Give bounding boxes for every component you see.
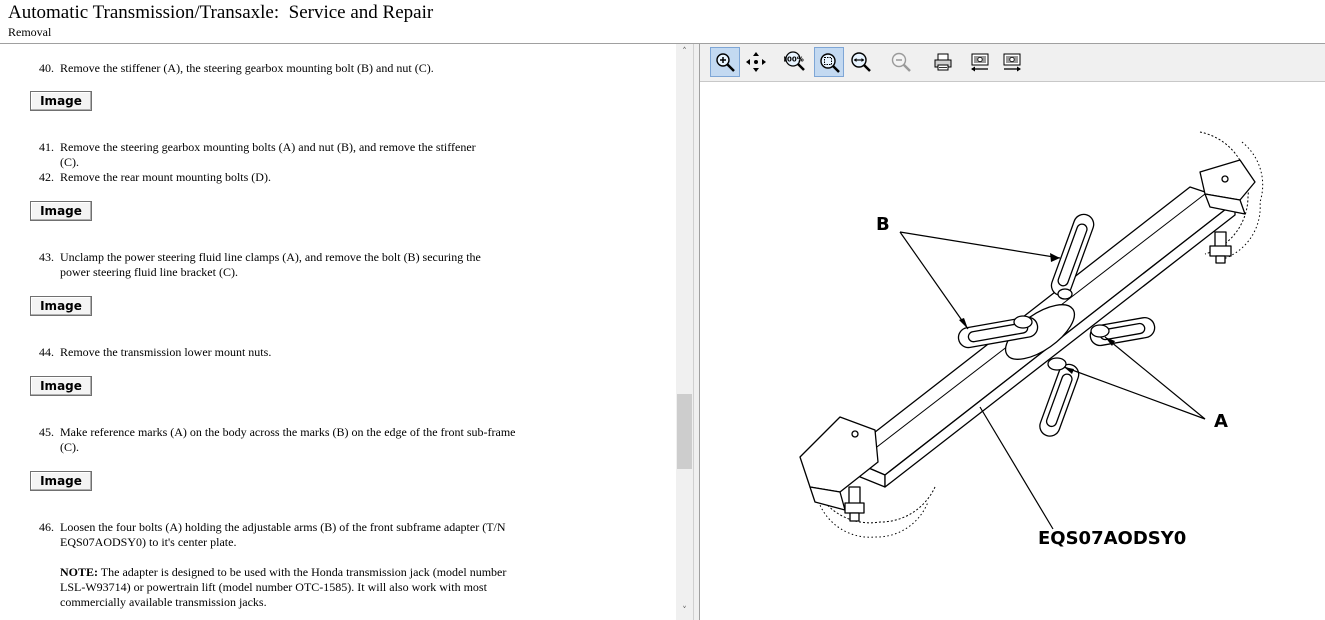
step-number: 45. (39, 425, 54, 439)
zoom-in-button[interactable] (710, 47, 740, 77)
note-paragraph: NOTE: The adapter is designed to be used… (60, 565, 516, 610)
zoom-out-icon (891, 52, 911, 72)
print-button[interactable] (928, 47, 958, 77)
figure-label-b: B (876, 214, 890, 235)
rotate-right-icon (1003, 53, 1021, 72)
scroll-up-arrow-icon[interactable]: ˄ (676, 44, 693, 61)
scroll-down-arrow-icon[interactable]: ˅ (676, 603, 693, 620)
step-number: 40. (39, 61, 54, 75)
image-button-step-43[interactable]: Image (30, 296, 92, 316)
step-number: 42. (39, 170, 54, 184)
rotate-left-icon (971, 53, 989, 72)
zoom-100-text: 100% (784, 56, 804, 64)
note-label: NOTE: (60, 565, 99, 579)
image-viewer-pane: 100% B A EQS07AODSY0 (700, 44, 1325, 620)
zoom-100-icon: 100% (784, 51, 805, 71)
subframe-adapter-illustration: B A EQS07AODSY0 (799, 131, 1264, 549)
zoom-width-button[interactable] (846, 47, 876, 77)
step-text: Remove the rear mount mounting bolts (D)… (60, 170, 271, 184)
document-header: Automatic Transmission/Transaxle: Servic… (0, 0, 1325, 44)
page-subtitle: Removal (8, 25, 52, 39)
image-button-step-45[interactable]: Image (30, 471, 92, 491)
scroll-thumb[interactable] (677, 394, 692, 469)
step-number: 44. (39, 345, 54, 359)
step-text: Remove the transmission lower mount nuts… (60, 345, 272, 359)
rotate-right-button[interactable] (997, 47, 1027, 77)
rotate-left-button[interactable] (965, 47, 995, 77)
image-button-step-40[interactable]: Image (30, 91, 92, 111)
step-text: Remove the steering gearbox mounting bol… (60, 140, 476, 169)
figure-label-a: A (1214, 411, 1228, 432)
step-text: Remove the stiffener (A), the steering g… (60, 61, 434, 75)
figure-part-number: EQS07AODSY0 (1038, 528, 1186, 549)
zoom-fit-icon (820, 53, 840, 73)
step-number: 43. (39, 250, 54, 264)
step-number: 46. (39, 520, 54, 534)
vertical-scrollbar[interactable]: ˄ ˅ (676, 44, 693, 620)
image-button-step-44[interactable]: Image (30, 376, 92, 396)
page-title: Automatic Transmission/Transaxle: Servic… (8, 2, 434, 23)
viewer-toolbar: 100% (700, 44, 1325, 82)
zoom-width-icon (851, 52, 871, 72)
step-text: Loosen the four bolts (A) holding the ad… (60, 520, 506, 549)
pan-icon (746, 52, 766, 72)
procedure-pane: 40. Remove the stiffener (A), the steeri… (0, 44, 676, 620)
zoom-fit-button[interactable] (814, 47, 844, 77)
step-text: Unclamp the power steering fluid line cl… (60, 250, 481, 279)
pane-splitter[interactable] (693, 44, 700, 620)
zoom-in-icon (716, 53, 735, 72)
step-number: 41. (39, 140, 54, 154)
image-button-step-42[interactable]: Image (30, 201, 92, 221)
step-text: Make reference marks (A) on the body acr… (60, 425, 516, 454)
pan-button[interactable] (741, 47, 771, 77)
zoom-100-button[interactable]: 100% (780, 47, 810, 77)
print-icon (934, 53, 952, 71)
note-text: The adapter is designed to be used with … (60, 565, 507, 609)
zoom-out-button[interactable] (886, 47, 916, 77)
